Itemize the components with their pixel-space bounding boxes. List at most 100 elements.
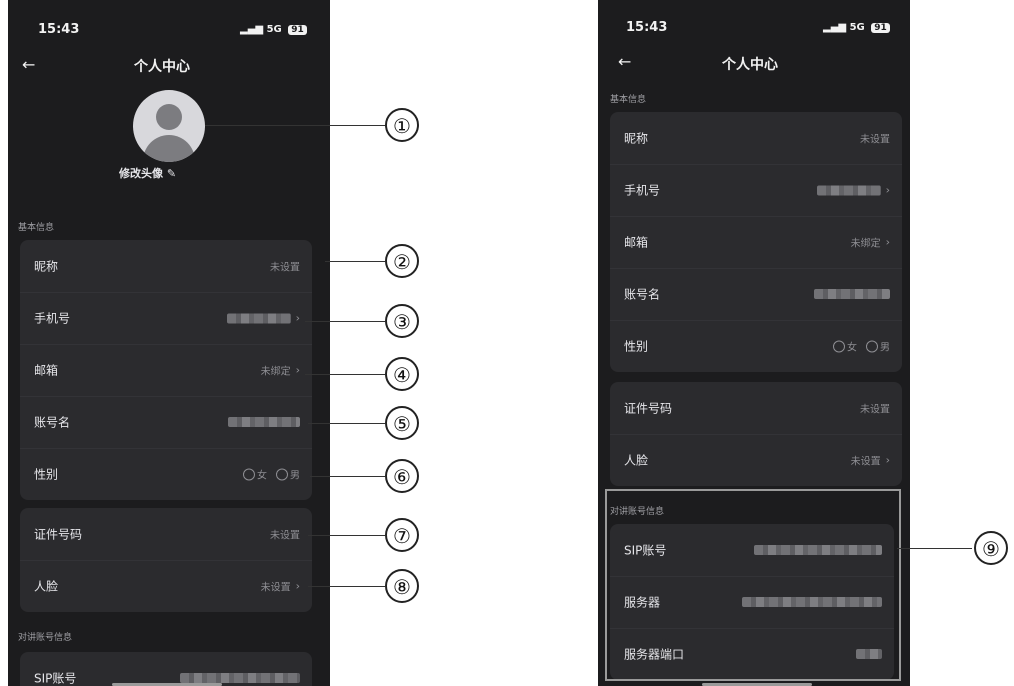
chevron-right-icon: › [885,235,890,249]
gender-male-radio[interactable]: 男 [866,339,890,354]
id-number-label: 证件号码 [624,401,673,416]
gender-label: 性别 [624,339,649,354]
callout-number-7: ⑦ [385,518,419,552]
face-value: 未设置 [850,456,881,468]
callout-line-9 [897,548,972,549]
radio-circle-icon [833,340,845,352]
network-label: 5G [266,24,282,35]
identity-card: 证件号码 未设置 人脸 未设置 › [610,382,902,486]
edit-avatar-button[interactable]: 修改头像 ✎ [119,165,176,181]
phone-value-redacted [226,313,291,323]
account-row[interactable]: 账号名 [610,268,902,321]
basic-info-card: 昵称 未设置 手机号 › 邮箱 未绑定 › 账号名 性别 女 男 [610,112,902,372]
callout-line-7 [308,535,385,536]
battery-icon: 91 [871,23,890,33]
callout-line-1 [205,125,385,126]
email-row[interactable]: 邮箱 未绑定 › [610,216,902,269]
gender-female-radio[interactable]: 女 [243,467,267,482]
account-value-redacted [814,289,890,299]
sip-label: SIP账号 [34,671,77,686]
callout-number-9: ⑨ [974,531,1008,565]
status-bar-right: ▂▄▆ 5G 91 [823,22,890,33]
callout-line-3 [305,321,385,322]
intercom-card-partial: SIP账号 [20,652,312,686]
email-value: 未绑定 [850,238,881,250]
callout-line-4 [305,374,385,375]
gender-female-radio[interactable]: 女 [833,339,857,354]
callout-number-8: ⑧ [385,569,419,603]
chevron-right-icon: › [885,183,890,197]
id-number-value: 未设置 [860,404,890,416]
identity-card: 证件号码 未设置 人脸 未设置 › [20,508,312,612]
callout-line-6 [310,476,385,477]
back-arrow-icon[interactable]: ← [618,52,631,71]
status-bar-right: ▂▄▆ 5G 91 [240,24,307,35]
phone-row[interactable]: 手机号 › [20,292,312,345]
callout-number-4: ④ [385,357,419,391]
callout-line-5 [308,423,385,424]
section-basic-info: 基本信息 [18,223,55,233]
page-title: 个人中心 [134,59,190,75]
basic-info-card: 昵称 未设置 手机号 › 邮箱 未绑定 › 账号名 性别 女 男 [20,240,312,500]
radio-circle-icon [866,340,878,352]
gender-male-radio[interactable]: 男 [276,467,300,482]
chevron-right-icon: › [295,311,300,325]
nickname-value: 未设置 [860,134,890,146]
face-label: 人脸 [34,579,59,594]
section-intercom-info: 对讲账号信息 [18,633,73,643]
nickname-label: 昵称 [34,259,59,274]
radio-circle-icon [243,468,255,480]
signal-icon: ▂▄▆ [823,22,847,33]
callout-number-2: ② [385,244,419,278]
phone-value-redacted [816,185,881,195]
avatar[interactable] [133,90,205,162]
section-basic-info: 基本信息 [610,95,647,105]
network-label: 5G [849,22,865,33]
chevron-right-icon: › [885,453,890,467]
id-number-label: 证件号码 [34,527,83,542]
nickname-label: 昵称 [624,131,649,146]
email-value: 未绑定 [260,366,291,378]
gender-label: 性别 [34,467,59,482]
status-time: 15:43 [38,22,80,37]
phone-row[interactable]: 手机号 › [610,164,902,217]
callout-number-3: ③ [385,304,419,338]
phone-label: 手机号 [34,311,71,326]
email-row[interactable]: 邮箱 未绑定 › [20,344,312,397]
id-number-row[interactable]: 证件号码 未设置 [610,382,902,435]
page-title: 个人中心 [722,57,778,73]
account-value-redacted [228,417,300,427]
face-row[interactable]: 人脸 未设置 › [610,434,902,486]
avatar-head-shape [156,104,182,130]
battery-icon: 91 [288,25,307,35]
radio-circle-icon [276,468,288,480]
left-phone-screen: 15:43 ▂▄▆ 5G 91 ← 个人中心 修改头像 ✎ 基本信息 昵称 未设… [8,0,330,686]
avatar-body-shape [143,135,195,162]
gender-row: 性别 女 男 [610,320,902,372]
callout-number-5: ⑤ [385,406,419,440]
status-time: 15:43 [626,20,668,35]
email-label: 邮箱 [624,235,649,250]
phone-label: 手机号 [624,183,661,198]
nickname-value: 未设置 [270,262,300,274]
sip-row[interactable]: SIP账号 [20,652,312,686]
email-label: 邮箱 [34,363,59,378]
nickname-row[interactable]: 昵称 未设置 [610,112,902,165]
back-arrow-icon[interactable]: ← [22,55,35,74]
account-label: 账号名 [624,287,661,302]
gender-row: 性别 女 男 [20,448,312,500]
intercom-highlight-frame [605,489,901,681]
nickname-row[interactable]: 昵称 未设置 [20,240,312,293]
face-row[interactable]: 人脸 未设置 › [20,560,312,612]
account-row[interactable]: 账号名 [20,396,312,449]
chevron-right-icon: › [295,363,300,377]
callout-number-6: ⑥ [385,459,419,493]
callout-line-8 [308,586,385,587]
signal-icon: ▂▄▆ [240,24,264,35]
callout-number-1: ① [385,108,419,142]
face-label: 人脸 [624,453,649,468]
account-label: 账号名 [34,415,71,430]
callout-line-2 [325,261,385,262]
id-number-row[interactable]: 证件号码 未设置 [20,508,312,561]
chevron-right-icon: › [295,579,300,593]
